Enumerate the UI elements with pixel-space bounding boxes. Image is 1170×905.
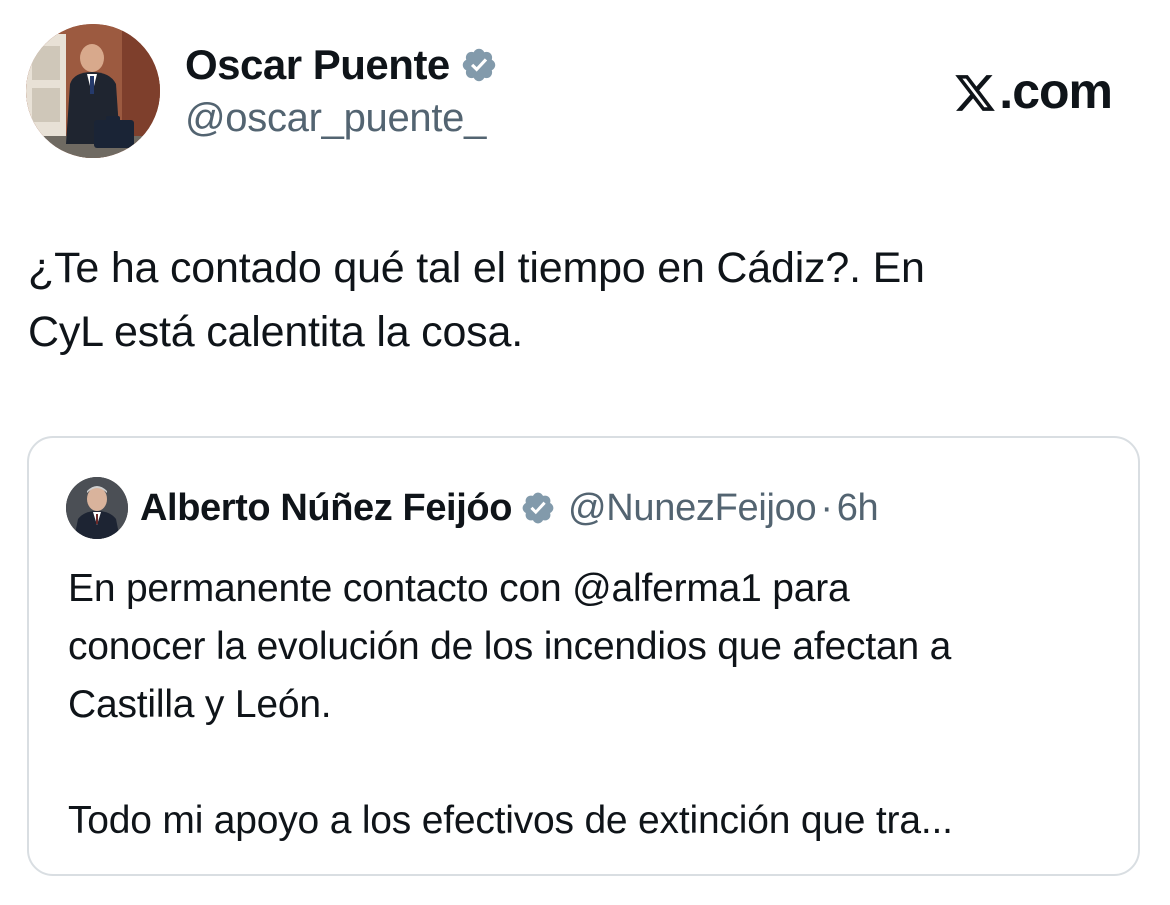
verified-badge-icon[interactable] [460, 46, 498, 84]
author-handle[interactable]: @oscar_puente_ [185, 96, 498, 141]
tweet-header: Oscar Puente @oscar_puente_ .com [26, 24, 1146, 164]
quoted-tweet-header: Alberto Núñez Feijóo @NunezFeijoo · 6h [66, 476, 879, 540]
quoted-author-avatar-image [66, 477, 128, 539]
verified-badge-icon[interactable] [520, 490, 556, 526]
x-brand: .com [953, 62, 1113, 120]
author-name-row: Oscar Puente [185, 40, 498, 90]
quoted-author-handle[interactable]: @NunezFeijoo [568, 487, 817, 530]
quoted-tweet-card[interactable]: Alberto Núñez Feijóo @NunezFeijoo · 6h E… [27, 436, 1140, 876]
meta-separator: · [820, 486, 833, 529]
author-block: Oscar Puente @oscar_puente_ [185, 40, 498, 141]
tweet-text: ¿Te ha contado qué tal el tiempo en Cádi… [28, 236, 1138, 364]
quoted-tweet-timestamp[interactable]: 6h [837, 487, 879, 530]
author-display-name[interactable]: Oscar Puente [185, 41, 450, 89]
quoted-tweet-text-line: Todo mi apoyo a los efectivos de extinci… [68, 799, 953, 842]
quoted-tweet-text: En permanente contacto con @alferma1 par… [68, 560, 1128, 850]
quoted-author-avatar[interactable] [66, 477, 128, 539]
quoted-author-display-name[interactable]: Alberto Núñez Feijóo [140, 487, 512, 530]
tweet-text-line: CyL está calentita la cosa. [28, 308, 523, 356]
x-logo-icon [953, 69, 997, 113]
author-avatar[interactable] [26, 24, 160, 158]
tweet-text-line: ¿Te ha contado qué tal el tiempo en Cádi… [28, 244, 925, 292]
quoted-tweet-text-line: conocer la evolución de los incendios qu… [68, 625, 952, 668]
quoted-tweet-text-line: Castilla y León. [68, 683, 332, 726]
quoted-tweet-text-line: En permanente contacto con @alferma1 par… [68, 567, 850, 610]
brand-domain-suffix: .com [999, 63, 1113, 119]
author-avatar-image [26, 24, 160, 158]
